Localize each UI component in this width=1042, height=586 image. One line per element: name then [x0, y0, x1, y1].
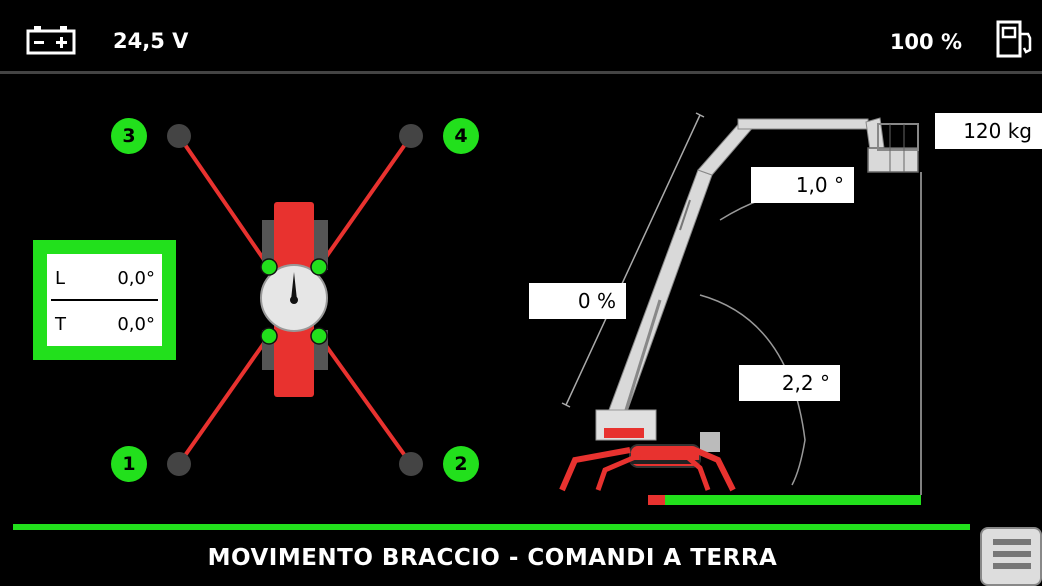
menu-icon-bar	[993, 563, 1031, 569]
inclination-transversal: T 0,0°	[55, 314, 155, 344]
status-line	[13, 524, 970, 530]
outrigger-foot-1	[167, 452, 191, 476]
operating-mode-label: MOVIMENTO BRACCIO - COMANDI A TERRA	[207, 545, 778, 571]
outrigger-badge-3: 3	[111, 118, 147, 154]
inclination-t-label: T	[55, 314, 66, 335]
boom-angle-value: 2,2 °	[739, 365, 840, 401]
inclinometer-readout: L 0,0° T 0,0°	[47, 254, 162, 346]
outrigger-badge-2: 2	[443, 446, 479, 482]
inclinometer-divider	[51, 299, 158, 301]
jib-angle-value: 1,0 °	[751, 167, 854, 203]
machine-top-view	[260, 202, 328, 397]
inclination-t-value: 0,0°	[117, 314, 155, 335]
extension-value: 0 %	[529, 283, 626, 319]
inclination-l-label: L	[55, 268, 66, 289]
outrigger-foot-2	[399, 452, 423, 476]
outrigger-badge-1: 1	[111, 446, 147, 482]
outrigger-badge-4: 4	[443, 118, 479, 154]
inclination-l-value: 0,0°	[117, 268, 155, 289]
inclination-longitudinal: L 0,0°	[55, 268, 155, 298]
menu-button[interactable]	[980, 527, 1042, 586]
inclinometer-panel: L 0,0° T 0,0°	[33, 240, 176, 360]
menu-icon-bar	[993, 551, 1031, 557]
outrigger-foot-4	[399, 124, 423, 148]
outrigger-foot-3	[167, 124, 191, 148]
menu-icon	[993, 539, 1031, 545]
load-value: 120 kg	[935, 113, 1042, 149]
